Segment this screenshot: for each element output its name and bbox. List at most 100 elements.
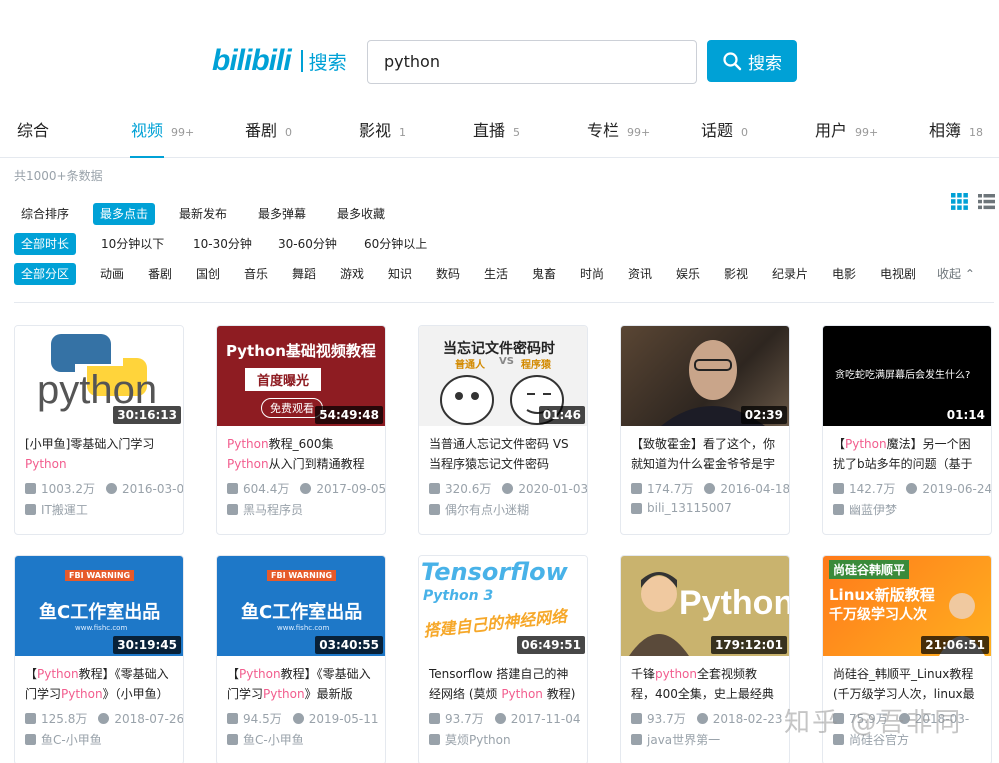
uploader-name: 鱼C-小甲鱼 xyxy=(243,733,304,747)
filter-zone-item[interactable]: 电影 xyxy=(825,263,863,285)
video-card[interactable]: Tensorflow Python 3 搭建自己的神经网络 06:49:51 T… xyxy=(418,555,588,763)
video-title[interactable]: 千锋python全套视频教程，400全集，史上最经典 xyxy=(621,656,789,704)
filter-zone-item[interactable]: 动画 xyxy=(93,263,131,285)
video-thumbnail[interactable]: Python 179:12:01 xyxy=(621,556,789,656)
search-input[interactable]: python xyxy=(367,40,697,84)
uploader[interactable]: 鱼C-小甲鱼 xyxy=(217,727,385,748)
video-card[interactable]: 贪吃蛇吃满屏幕后会发生什么? 01:14 【Python魔法】另一个困扰了b站多… xyxy=(822,325,992,535)
play-count-icon xyxy=(429,483,440,494)
video-card[interactable]: FBI WARNING 鱼C工作室出品 www.fishc.com 03:40:… xyxy=(216,555,386,763)
video-title[interactable]: [小甲鱼]零基础入门学习 Python xyxy=(15,426,183,474)
title-text: 【 xyxy=(227,667,240,681)
video-title[interactable]: 【Python教程】《零基础入门学习Python》（小甲鱼） xyxy=(15,656,183,704)
video-thumbnail[interactable]: 当忘记文件密码时 普通人 VS 程序猿 01:46 xyxy=(419,326,587,426)
video-thumbnail[interactable]: Python基础视频教程 首度曝光 免费观看 54:49:48 xyxy=(217,326,385,426)
tab-film[interactable]: 影视 1 xyxy=(359,117,406,157)
thumbnail-text: 鱼C工作室出品 xyxy=(39,602,161,623)
video-title[interactable]: Python教程_600集Python从入门到精通教程（懂中文 xyxy=(217,426,385,474)
filter-zone-item[interactable]: 番剧 xyxy=(141,263,179,285)
filter-duration-10-30[interactable]: 10-30分钟 xyxy=(186,233,259,255)
uploader[interactable]: 偶尔有点小迷糊 xyxy=(419,497,587,518)
filter-zone-item[interactable]: 影视 xyxy=(717,263,755,285)
video-card[interactable]: 当忘记文件密码时 普通人 VS 程序猿 01:46 当普通人忘记文件密码 VS … xyxy=(418,325,588,535)
title-text: 千锋 xyxy=(631,667,656,681)
video-card[interactable]: 02:39 【致敬霍金】看了这个，你就知道为什么霍金爷爷是宇 174.7万 201… xyxy=(620,325,790,535)
tab-album[interactable]: 相簿 18 xyxy=(929,117,983,157)
tab-user[interactable]: 用户 99+ xyxy=(815,117,878,157)
filter-zone-item[interactable]: 生活 xyxy=(477,263,515,285)
filter-zone-item[interactable]: 电视剧 xyxy=(873,263,923,285)
filter-zone-item[interactable]: 鬼畜 xyxy=(525,263,563,285)
title-highlight: Python xyxy=(227,437,269,451)
collapse-filters-button[interactable]: 收起 ⌃ xyxy=(930,263,982,285)
tab-bangumi[interactable]: 番剧 0 xyxy=(245,117,292,157)
filter-zone-item[interactable]: 数码 xyxy=(429,263,467,285)
video-title[interactable]: 当普通人忘记文件密码 VS 当程序猿忘记文件密码 xyxy=(419,426,587,474)
title-highlight: Python xyxy=(25,457,67,471)
video-title[interactable]: 【Python教程】《零基础入门学习Python》最新版（小 xyxy=(217,656,385,704)
video-thumbnail[interactable]: 贪吃蛇吃满屏幕后会发生什么? 01:14 xyxy=(823,326,991,426)
upload-date-wrap: 2020-01-03 xyxy=(502,482,587,496)
video-thumbnail[interactable]: 02:39 xyxy=(621,326,789,426)
search-button[interactable]: 搜索 xyxy=(707,40,797,82)
tab-all[interactable]: 综合 xyxy=(17,117,57,157)
filter-zone-item[interactable]: 资讯 xyxy=(621,263,659,285)
filter-duration-over-60[interactable]: 60分钟以上 xyxy=(357,233,434,255)
filter-zone-item[interactable]: 纪录片 xyxy=(765,263,815,285)
logo-separator xyxy=(300,50,303,72)
tab-video[interactable]: 视频 99+ xyxy=(131,117,194,157)
video-card[interactable]: python 30:16:13 [小甲鱼]零基础入门学习 Python 1003.… xyxy=(14,325,184,535)
video-thumbnail[interactable]: 尚硅谷韩顺平 Linux新版教程 千万级学习人次 21:06:51 xyxy=(823,556,991,656)
uploader[interactable]: java世界第一 xyxy=(621,727,789,748)
filter-duration-all[interactable]: 全部时长 xyxy=(14,233,77,255)
video-thumbnail[interactable]: Tensorflow Python 3 搭建自己的神经网络 06:49:51 xyxy=(419,556,587,656)
video-duration: 21:06:51 xyxy=(921,636,989,654)
clock-icon xyxy=(704,483,716,494)
thumbnail-text: 当忘记文件密码时 xyxy=(443,341,555,357)
filter-duration-under-10[interactable]: 10分钟以下 xyxy=(94,233,171,255)
uploader[interactable]: IT搬運工 xyxy=(15,497,183,518)
video-thumbnail[interactable]: FBI WARNING 鱼C工作室出品 www.fishc.com 03:40:… xyxy=(217,556,385,656)
filter-sort-most-clicks[interactable]: 最多点击 xyxy=(93,203,156,225)
grid-view-icon[interactable] xyxy=(951,193,968,210)
filter-duration-30-60[interactable]: 30-60分钟 xyxy=(271,233,344,255)
uploader[interactable]: 幽蓝伊梦 xyxy=(823,497,991,518)
play-count: 93.7万 xyxy=(647,712,686,726)
tab-count: 99+ xyxy=(627,126,651,139)
filter-zone-item[interactable]: 游戏 xyxy=(333,263,371,285)
play-count-icon xyxy=(631,483,642,494)
tab-count: 5 xyxy=(513,126,521,139)
video-thumbnail[interactable]: FBI WARNING 鱼C工作室出品 www.fishc.com 30:19:… xyxy=(15,556,183,656)
filter-zone-item[interactable]: 国创 xyxy=(189,263,227,285)
video-card[interactable]: Python基础视频教程 首度曝光 免费观看 54:49:48 Python教程… xyxy=(216,325,386,535)
filter-zone-item[interactable]: 舞蹈 xyxy=(285,263,323,285)
filter-sort-default[interactable]: 综合排序 xyxy=(14,203,76,225)
list-view-icon[interactable] xyxy=(978,193,995,210)
tab-article[interactable]: 专栏 99+ xyxy=(587,117,650,157)
bilibili-logo[interactable]: bilibili 搜索 xyxy=(212,44,347,78)
filter-zone-item[interactable]: 音乐 xyxy=(237,263,275,285)
title-highlight: Python xyxy=(61,687,103,701)
thumbnail-text: 尚硅谷韩顺平 xyxy=(829,560,910,579)
uploader[interactable]: 鱼C-小甲鱼 xyxy=(15,727,183,748)
filter-zone-all[interactable]: 全部分区 xyxy=(14,263,77,285)
video-title[interactable]: 【致敬霍金】看了这个，你就知道为什么霍金爷爷是宇 xyxy=(621,426,789,474)
video-title[interactable]: Tensorflow 搭建自己的神经网络 (莫烦 Python 教程) xyxy=(419,656,587,704)
video-title[interactable]: 尚硅谷_韩顺平_Linux教程(千万级学习人次，linux最 xyxy=(823,656,991,704)
filter-zone-item[interactable]: 娱乐 xyxy=(669,263,707,285)
filter-sort-most-danmaku[interactable]: 最多弹幕 xyxy=(251,203,313,225)
video-card[interactable]: FBI WARNING 鱼C工作室出品 www.fishc.com 30:19:… xyxy=(14,555,184,763)
video-card[interactable]: Python 179:12:01 千锋python全套视频教程，400全集，史上… xyxy=(620,555,790,763)
video-thumbnail[interactable]: python 30:16:13 xyxy=(15,326,183,426)
uploader[interactable]: bili_13115007 xyxy=(621,497,789,515)
tab-live[interactable]: 直播 5 xyxy=(473,117,520,157)
uploader[interactable]: 黑马程序员 xyxy=(217,497,385,518)
filter-sort-newest[interactable]: 最新发布 xyxy=(172,203,234,225)
uploader[interactable]: 莫烦Python xyxy=(419,727,587,748)
tab-topic[interactable]: 话题 0 xyxy=(701,117,748,157)
filter-sort-most-favorites[interactable]: 最多收藏 xyxy=(330,203,392,225)
play-count: 320.6万 xyxy=(445,482,492,496)
filter-zone-item[interactable]: 时尚 xyxy=(573,263,611,285)
video-title[interactable]: 【Python魔法】另一个困扰了b站多年的问题（基于 xyxy=(823,426,991,474)
filter-zone-item[interactable]: 知识 xyxy=(381,263,419,285)
